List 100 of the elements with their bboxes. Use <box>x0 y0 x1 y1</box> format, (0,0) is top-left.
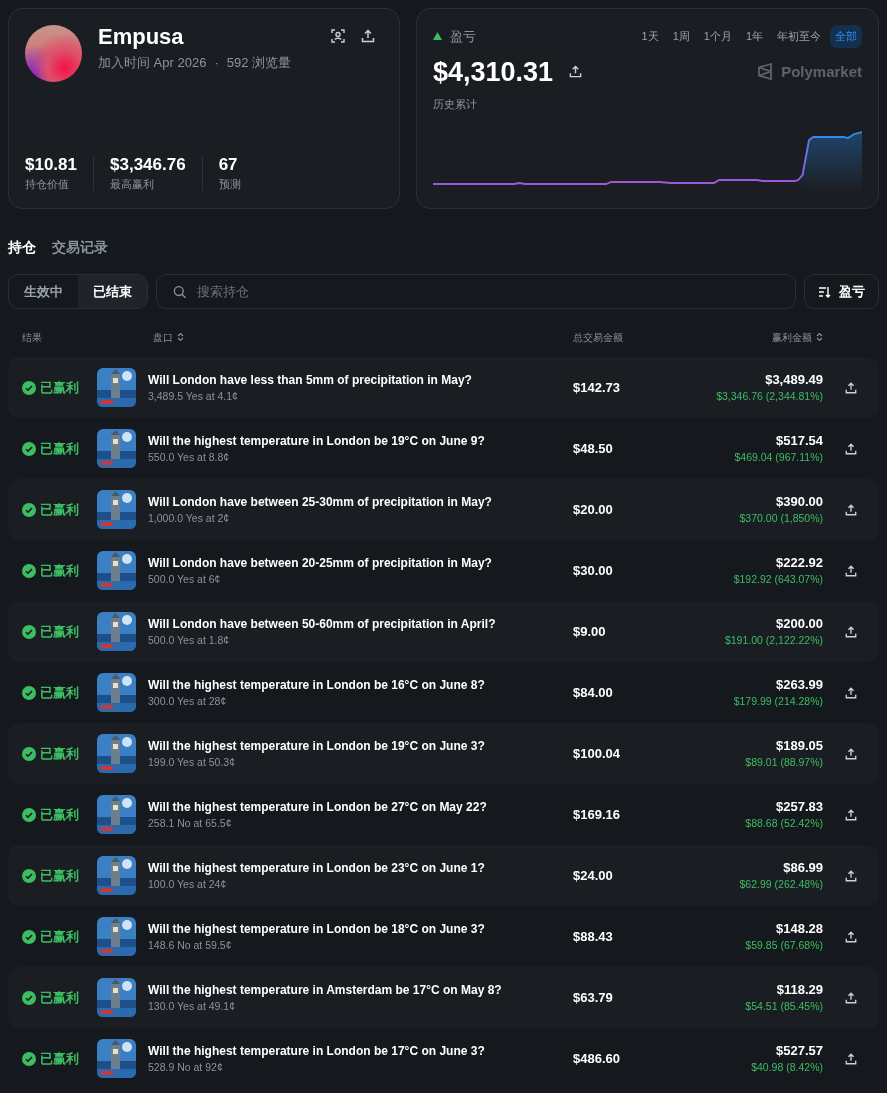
total-amount: $486.60 <box>573 1050 620 1066</box>
period-button[interactable]: 1个月 <box>698 25 737 48</box>
market-title[interactable]: Will London have between 20-25mm of precipitation in May? <box>148 553 492 572</box>
market-title[interactable]: Will the highest temperature in London be 18°C on June 3? <box>148 919 485 938</box>
filter-button[interactable]: 已结束 <box>78 275 147 308</box>
value-amount: $263.99 <box>776 675 823 694</box>
profit-amount: $192.92 (643.07%) <box>733 572 823 588</box>
share-icon[interactable] <box>845 1053 857 1066</box>
position-detail: 550.0 Yes at 8.8¢ <box>148 449 231 465</box>
profit-amount: $469.04 (967.11%) <box>734 450 823 466</box>
column-header: 结果 <box>22 330 42 345</box>
market-title[interactable]: Will the highest temperature in London be 17°C on June 3? <box>148 1041 485 1060</box>
check-icon <box>22 746 36 761</box>
share-icon[interactable] <box>845 504 857 517</box>
total-amount: $24.00 <box>573 867 613 883</box>
search-icon <box>173 284 187 299</box>
position-detail: 1,000.0 Yes at 2¢ <box>148 510 231 526</box>
scan-icon[interactable] <box>331 29 345 43</box>
sort-icon[interactable] <box>177 332 184 342</box>
search-input[interactable]: 搜索持仓 <box>194 280 779 303</box>
profit-amount: $3,346.76 (2,344.81%) <box>716 389 823 405</box>
status-label: 已赢利 <box>40 927 79 946</box>
value-amount: $3,489.49 <box>765 370 823 389</box>
share-icon[interactable] <box>845 931 857 944</box>
share-icon[interactable] <box>845 382 857 395</box>
check-icon <box>22 441 36 456</box>
market-title[interactable]: Will London have between 50-60mm of precipitation in April? <box>148 614 496 633</box>
total-amount: $88.43 <box>573 928 613 944</box>
share-icon[interactable] <box>361 29 375 43</box>
market-title[interactable]: Will the highest temperature in London be 19°C on June 9? <box>148 431 485 450</box>
column-header[interactable]: 盘口 <box>153 329 184 345</box>
period-button[interactable]: 1年 <box>740 25 768 48</box>
check-icon <box>22 990 36 1005</box>
share-icon[interactable] <box>845 809 857 822</box>
pnl-value: $4,310.31 <box>433 55 554 89</box>
status-label: 已赢利 <box>40 988 79 1007</box>
market-title[interactable]: Will the highest temperature in London be 27°C on May 22? <box>148 797 487 816</box>
sort-icon[interactable] <box>816 332 823 342</box>
period-button[interactable]: 1周 <box>667 25 695 48</box>
join-date: 加入时间 Apr 2026 <box>98 54 207 73</box>
profit-amount: $40.98 (8.42%) <box>751 1060 823 1076</box>
total-amount: $20.00 <box>573 501 613 517</box>
value-amount: $257.83 <box>776 797 823 816</box>
status-label: 已赢利 <box>40 683 79 702</box>
position-detail: 130.0 Yes at 49.1¢ <box>148 998 236 1014</box>
total-amount: $48.50 <box>573 440 613 456</box>
position-detail: 300.0 Yes at 28¢ <box>148 693 228 709</box>
period-button[interactable]: 1天 <box>636 25 664 48</box>
share-icon[interactable] <box>845 748 857 761</box>
tab[interactable]: 交易记录 <box>52 237 108 258</box>
status-label: 已赢利 <box>40 500 79 519</box>
pnl-label: 盈亏 <box>450 27 476 46</box>
value-amount: $527.57 <box>776 1041 823 1060</box>
value-amount: $86.99 <box>783 858 823 877</box>
check-icon <box>22 502 36 517</box>
profit-amount: $179.99 (214.28%) <box>733 694 823 710</box>
share-icon[interactable] <box>845 870 857 883</box>
total-amount: $9.00 <box>573 623 606 639</box>
total-amount: $63.79 <box>573 989 613 1005</box>
brand-name: Polymarket <box>781 61 862 82</box>
stat-value: $10.81 <box>25 155 77 176</box>
stat-label: 持仓价值 <box>25 176 70 192</box>
sort-icon <box>818 285 831 298</box>
stat-value: $3,346.76 <box>110 155 186 176</box>
avatar <box>25 25 82 82</box>
market-title[interactable]: Will the highest temperature in London be 19°C on June 3? <box>148 736 485 755</box>
market-title[interactable]: Will the highest temperature in Amsterdam be 17°C on May 8? <box>148 980 502 999</box>
position-detail: 528.9 No at 92¢ <box>148 1059 224 1075</box>
share-icon[interactable] <box>569 65 583 79</box>
column-header[interactable]: 赢利金额 <box>772 329 823 345</box>
total-amount: $169.16 <box>573 806 620 822</box>
stat-label: 最高赢利 <box>110 176 155 192</box>
status-label: 已赢利 <box>40 561 79 580</box>
separator: · <box>214 54 219 73</box>
stat-label: 预测 <box>218 176 241 192</box>
period-button[interactable]: 年初至今 <box>772 25 826 48</box>
profit-amount: $54.51 (85.45%) <box>745 999 823 1015</box>
pnl-caption: 历史累计 <box>433 97 478 112</box>
share-icon[interactable] <box>845 687 857 700</box>
market-title[interactable]: Will London have between 25-30mm of precipitation in May? <box>148 492 492 511</box>
check-icon <box>22 807 36 822</box>
tab[interactable]: 持仓 <box>8 237 36 258</box>
value-amount: $118.29 <box>776 980 823 999</box>
market-title[interactable]: Will the highest temperature in London be 16°C on June 8? <box>148 675 485 694</box>
value-amount: $222.92 <box>776 553 823 572</box>
period-button[interactable]: 全部 <box>830 25 862 48</box>
filter-button[interactable]: 生效中 <box>9 275 78 308</box>
share-icon[interactable] <box>845 992 857 1005</box>
position-detail: 3,489.5 Yes at 4.1¢ <box>148 388 239 404</box>
market-title[interactable]: Will London have less than 5mm of precipitation in May? <box>148 370 472 389</box>
share-icon[interactable] <box>845 565 857 578</box>
share-icon[interactable] <box>845 626 857 639</box>
total-amount: $142.73 <box>573 379 620 395</box>
search-field[interactable]: 搜索持仓 <box>156 274 796 309</box>
market-title[interactable]: Will the highest temperature in London be 23°C on June 1? <box>148 858 485 877</box>
value-amount: $517.54 <box>776 431 823 450</box>
share-icon[interactable] <box>845 443 857 456</box>
sort-button[interactable]: 盈亏 <box>804 274 879 309</box>
check-icon <box>22 868 36 883</box>
profit-amount: $89.01 (88.97%) <box>745 755 823 771</box>
